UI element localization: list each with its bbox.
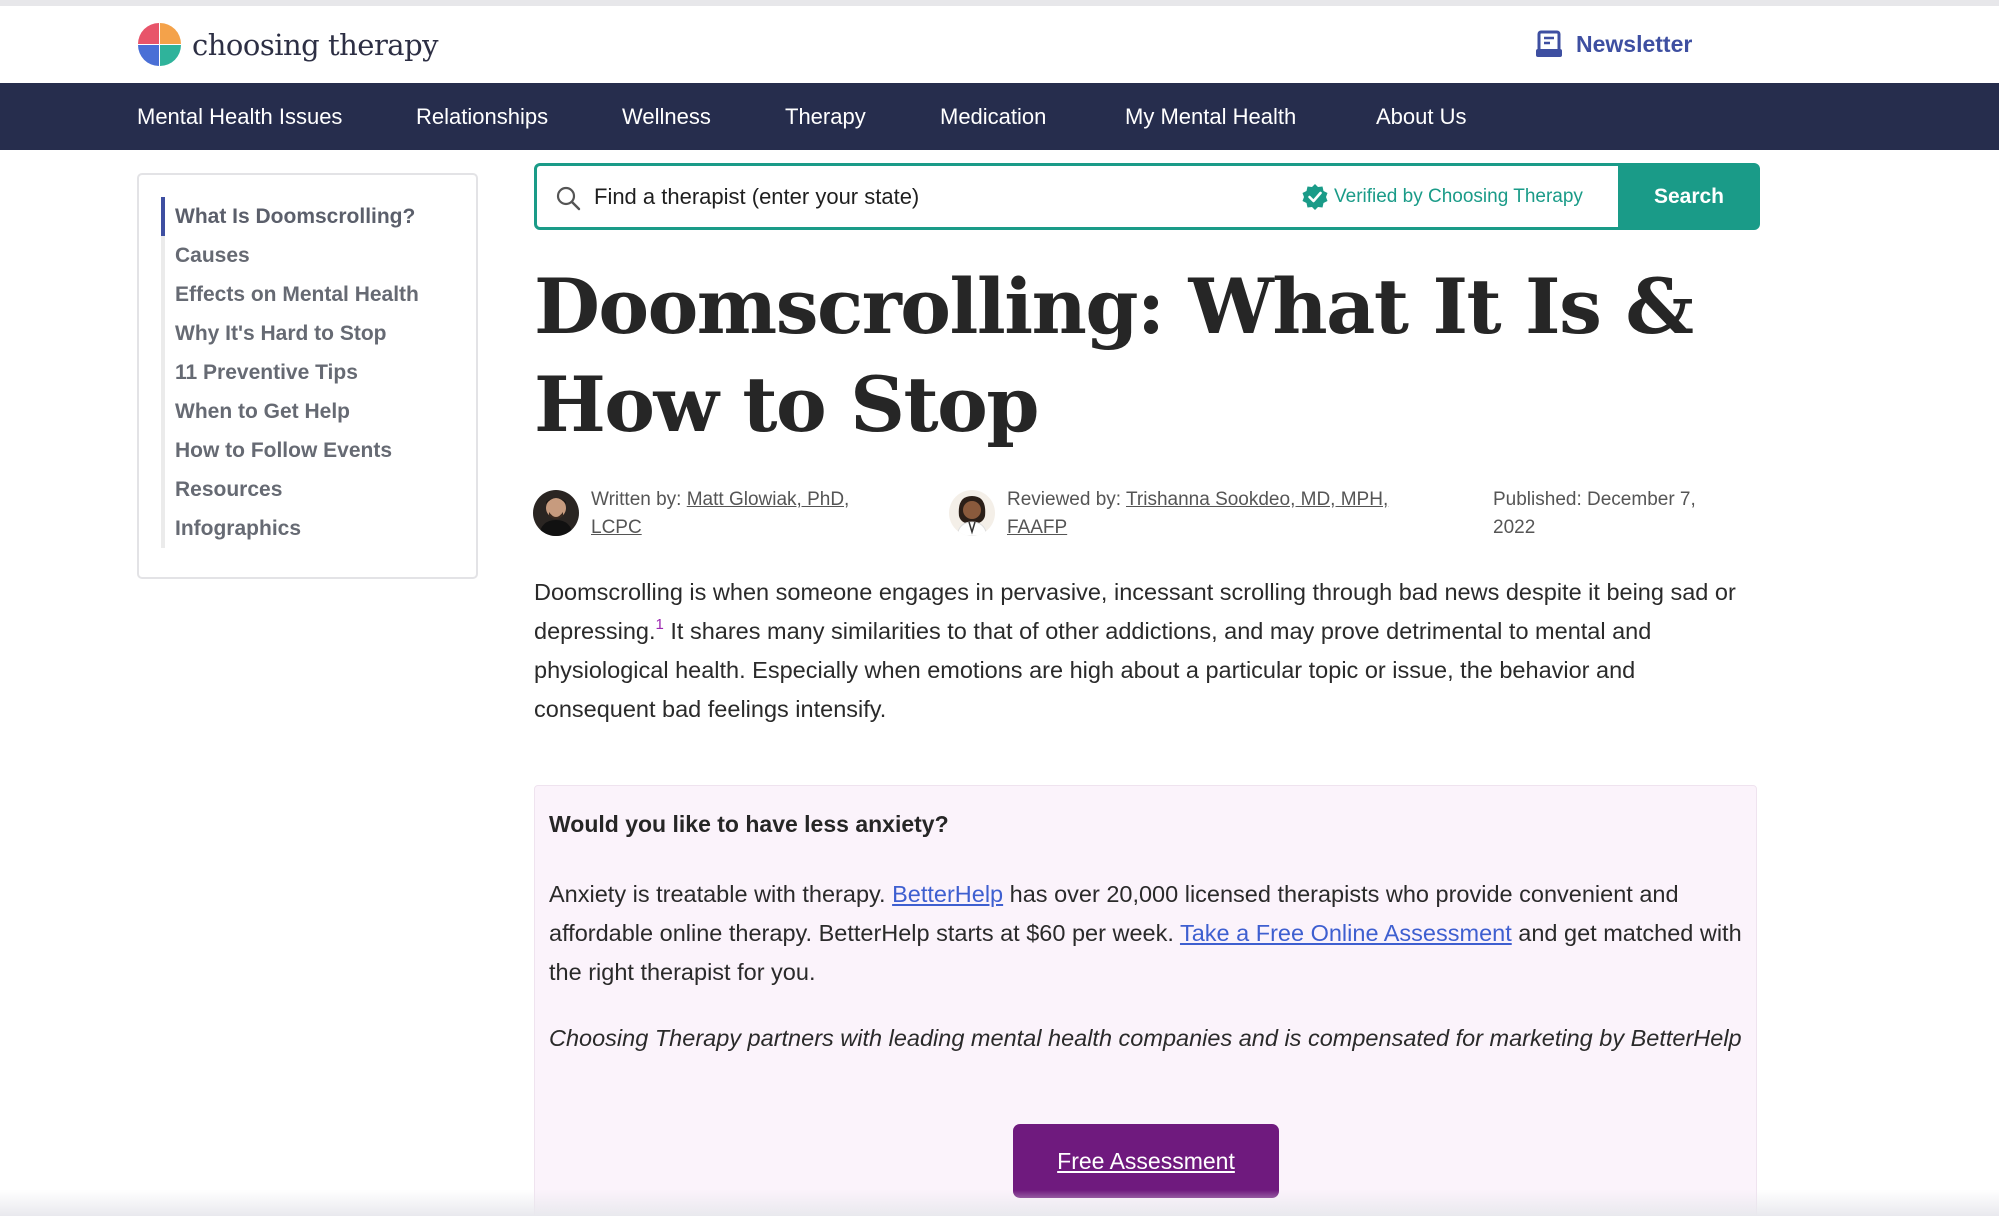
logo-mark-icon [138,23,182,67]
therapist-search-input[interactable] [594,180,1114,214]
author-byline: Written by: Matt Glowiak, PhD, LCPC [591,486,891,542]
promo-body: Anxiety is treatable with therapy. Bette… [549,875,1749,992]
reviewer-credential-link[interactable]: FAAFP [1007,517,1067,538]
nav-item-wellness[interactable]: Wellness [622,83,711,150]
written-by-label: Written by: [591,489,687,510]
citation-ref[interactable]: 1 [656,616,664,633]
published-date-line-1: Published: December 7, [1493,489,1696,510]
intro-text-2: It shares many similarities to that of o… [534,618,1652,722]
toc-item-how-to-follow-events[interactable]: How to Follow Events [175,439,392,463]
author-link[interactable]: Matt Glowiak, PhD, [687,489,850,510]
toc-item-infographics[interactable]: Infographics [175,517,301,541]
betterhelp-link[interactable]: BetterHelp [892,881,1003,907]
verified-check-icon [1302,184,1328,210]
article-intro: Doomscrolling is when someone engages in… [534,573,1759,729]
toc-item-when-to-get-help[interactable]: When to Get Help [175,400,350,424]
verified-label: Verified by Choosing Therapy [1334,186,1583,207]
published-date-line-2: 2022 [1493,517,1536,538]
therapist-search-bar: Verified by Choosing Therapy Search [534,163,1760,230]
toc-item-causes[interactable]: Causes [175,244,250,268]
table-of-contents: What Is Doomscrolling? Causes Effects on… [137,173,478,579]
article-title-line-2: How to Stop [534,360,1039,449]
toc-item-effects[interactable]: Effects on Mental Health [175,283,419,307]
newsletter-link[interactable]: Newsletter [1536,30,1692,58]
published-date: Published: December 7, 2022 [1493,486,1753,542]
nav-item-about-us[interactable]: About Us [1376,83,1467,150]
toc-item-preventive-tips[interactable]: 11 Preventive Tips [175,361,358,385]
author-avatar[interactable] [533,490,579,536]
author-credential-link[interactable]: LCPC [591,517,642,538]
bottom-fade [0,1190,1999,1216]
toc-item-why-hard-to-stop[interactable]: Why It's Hard to Stop [175,322,387,346]
nav-item-therapy[interactable]: Therapy [785,83,866,150]
toc-item-resources[interactable]: Resources [175,478,282,502]
reviewer-link[interactable]: Trishanna Sookdeo, MD, MPH, [1126,489,1388,510]
verified-badge: Verified by Choosing Therapy [1301,183,1583,211]
nav-item-relationships[interactable]: Relationships [416,83,548,150]
main-nav: Mental Health Issues Relationships Welln… [0,83,1999,150]
reviewed-by-label: Reviewed by: [1007,489,1126,510]
free-assessment-button[interactable]: Free Assessment [1013,1124,1279,1198]
search-icon [556,186,581,211]
site-header: choosing therapy Newsletter [0,6,1999,83]
site-logo[interactable]: choosing therapy [138,22,439,68]
toc-active-indicator [161,197,165,236]
logo-text: choosing therapy [192,28,439,62]
toc-rail [161,197,165,548]
article-title-line-1: Doomscrolling: What It Is & [534,262,1694,351]
newsletter-icon [1536,30,1562,57]
search-button[interactable]: Search [1618,163,1760,230]
toc-item-what-is-doomscrolling[interactable]: What Is Doomscrolling? [175,205,415,229]
promo-body-text-1: Anxiety is treatable with therapy. [549,881,893,907]
nav-item-mental-health-issues[interactable]: Mental Health Issues [137,83,342,150]
reviewer-avatar[interactable] [949,490,995,536]
article-title: Doomscrolling: What It Is & How to Stop [534,258,1714,454]
promo-disclosure: Choosing Therapy partners with leading m… [549,1025,1742,1051]
nav-item-my-mental-health[interactable]: My Mental Health [1125,83,1296,150]
reviewer-byline: Reviewed by: Trishanna Sookdeo, MD, MPH,… [1007,486,1447,542]
betterhelp-promo: Would you like to have less anxiety? Anx… [534,785,1757,1216]
promo-heading: Would you like to have less anxiety? [549,811,949,837]
free-online-assessment-link[interactable]: Take a Free Online Assessment [1180,920,1512,946]
nav-item-medication[interactable]: Medication [940,83,1046,150]
newsletter-label: Newsletter [1576,30,1693,57]
